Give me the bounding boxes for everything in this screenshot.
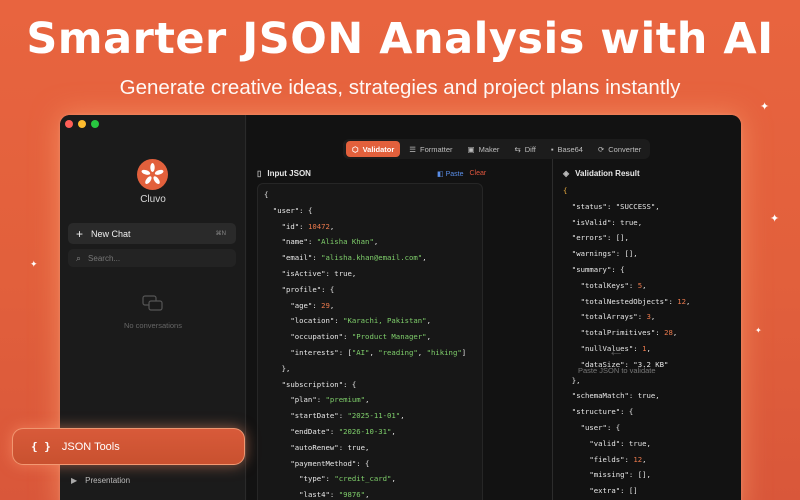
tab-label: Validator [362,144,395,154]
tab-label: Maker [478,144,500,154]
new-chat-button[interactable]: + New Chat ⌘N [68,223,236,244]
close-window-button[interactable] [65,120,73,128]
sidebar-item-label: Presentation [85,476,131,485]
shield-check-icon: ◈ [563,169,570,178]
json-input-editor[interactable]: { "user": { "id": 10472, "name": "Alisha… [257,183,483,500]
paste-button[interactable]: ◧ Paste [437,170,463,178]
flower-icon [141,163,164,185]
tab-converter[interactable]: ⟳ Converter [592,141,647,157]
document-icon: ▯ [257,169,262,178]
sparkle-icon: ✦ [30,259,38,269]
result-pane-header: ◈ Validation Result [563,169,640,178]
sparkle-icon: ✦ [755,326,762,335]
sidebar-item-presentation[interactable]: ▶ Presentation [71,476,130,485]
search-icon: ⌕ [76,252,82,263]
maker-icon: ▣ [467,144,475,154]
empty-state-text: No conversations [124,321,182,330]
paste-hint: Paste JSON to validate [578,366,656,375]
sidebar-item-json-tools[interactable]: { } JSON Tools [12,428,245,465]
converter-icon: ⟳ [597,144,605,154]
hero-subtitle: Generate creative ideas, strategies and … [119,76,681,99]
sparkle-icon: ✦ [770,213,780,225]
diff-icon: ⇆ [514,144,521,154]
tab-base64[interactable]: ▪ Base64 [545,141,589,157]
tab-label: Diff [524,144,536,154]
minimize-window-button[interactable] [78,120,86,128]
tab-diff[interactable]: ⇆ Diff [508,141,541,157]
result-pane-title: Validation Result [575,169,640,178]
tab-validator[interactable]: ⬡ Validator [346,141,401,157]
tab-formatter[interactable]: ☰ Formatter [403,141,458,157]
tool-tabs: ⬡ Validator ☰ Formatter ▣ Maker ⇆ Diff ▪… [343,139,651,159]
tab-maker[interactable]: ▣ Maker [462,141,506,157]
formatter-icon: ☰ [409,144,416,154]
main-panel: ⬡ Validator ☰ Formatter ▣ Maker ⇆ Diff ▪… [247,115,741,500]
new-chat-label: New Chat [91,228,131,239]
sparkle-icon: ✦ [760,101,770,113]
input-pane-header: ▯ Input JSON [257,169,311,178]
shortcut-hint: ⌘N [215,231,226,237]
chat-bubbles-icon [142,295,164,318]
braces-icon: { } [31,440,51,453]
search-placeholder: Search... [88,253,121,263]
sidebar-item-label: JSON Tools [61,440,120,453]
play-icon: ▶ [71,476,78,485]
pane-divider [552,159,553,500]
search-input[interactable]: ⌕ Search... [68,249,236,267]
hero-title: Smarter JSON Analysis with AI [26,14,774,64]
arrow-left-icon: ← [608,343,624,360]
validator-icon: ⬡ [352,144,359,154]
validation-result-output: { "status": "SUCCESS", "isValid": true, … [563,186,691,496]
input-pane-title: Input JSON [267,169,311,178]
input-actions: ◧ Paste Clear [437,170,486,178]
tab-label: Converter [608,144,642,154]
brand-name: Cluvo [140,194,166,205]
brand-logo [137,159,168,190]
clipboard-icon: ◧ [437,171,444,178]
maximize-window-button[interactable] [91,120,99,128]
paste-label: Paste [445,171,464,178]
tab-label: Formatter [419,144,453,154]
lock-icon: ▪ [550,144,554,154]
clear-button[interactable]: Clear [469,170,486,178]
window-controls [65,120,99,128]
plus-icon: + [76,226,84,241]
tab-label: Base64 [557,144,583,154]
